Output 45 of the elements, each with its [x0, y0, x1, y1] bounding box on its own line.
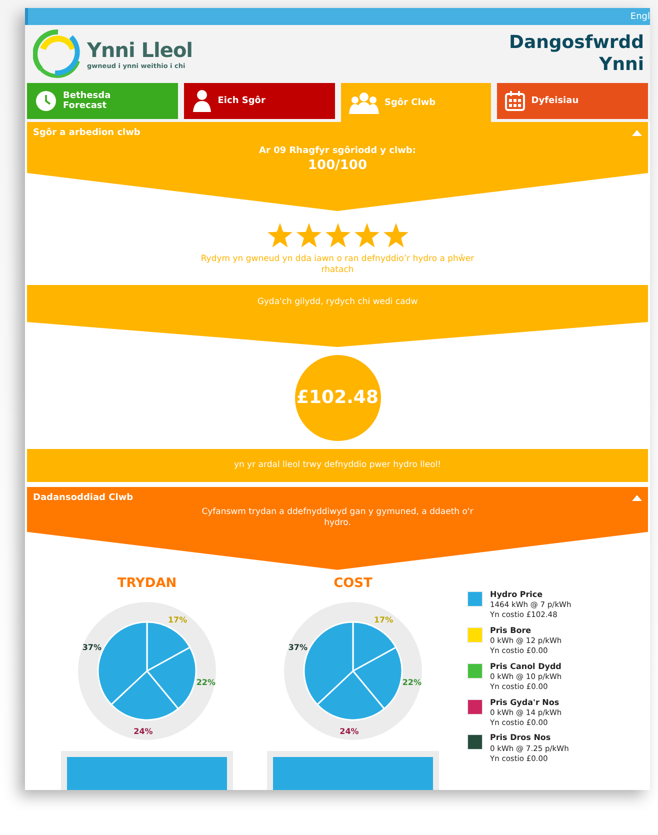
savings-intro: Gyda'ch gilydd, rydych chi wedi cadw [257, 296, 418, 307]
star-icon [354, 223, 380, 248]
section-title[interactable]: Sgôr a arbedion clwb [33, 128, 140, 138]
club-score: 100/100 [308, 158, 368, 173]
ring-logo-icon [33, 29, 83, 79]
nav-tab[interactable]: Eich Sgôr [184, 83, 334, 119]
pie-slice [146, 646, 197, 710]
section-description: Cyfanswm trydan a ddefnyddiwyd gan y gymuned, a ddaeth o'r hydro. [200, 506, 474, 530]
section-title[interactable]: Dadansoddiad Clwb [33, 492, 134, 503]
star-icon [266, 223, 292, 248]
star-icon [324, 223, 350, 248]
slice-label: 17% [168, 615, 188, 624]
slice-label: 24% [134, 726, 153, 736]
star-icon [382, 223, 408, 248]
nav-tab[interactable]: Dyfeisiau [497, 83, 648, 119]
legend-name: Pris Gyda'r Nos [490, 698, 560, 708]
nav-tab[interactable]: Sgôr Clwb [340, 83, 492, 122]
group-icon [348, 92, 378, 114]
slice-label: 22% [196, 678, 216, 688]
legend-name: Hydro Price [490, 590, 544, 600]
page-title: Dangosfwrdd Ynni [508, 32, 644, 76]
calendar-icon [505, 91, 526, 111]
legend-name: Pris Bore [490, 626, 532, 636]
chart-title: COST [334, 576, 372, 591]
score-date: Ar 09 Rhagfyr sgôriodd y clwb: [259, 146, 416, 156]
slice-label: 37% [82, 643, 102, 652]
chart-title: TRYDAN [117, 576, 177, 591]
collapse-icon[interactable] [632, 130, 642, 136]
nav-tab[interactable]: Bethesda Forecast [27, 83, 178, 119]
savings-amount: £102.48 [296, 387, 378, 408]
person-icon [192, 90, 212, 112]
slice-label: 24% [340, 726, 359, 736]
logo-name: Ynni Lleol [87, 38, 193, 62]
pie-slice [352, 646, 403, 710]
clock-icon [35, 90, 57, 112]
savings-outro: yn yr ardal lleol trwy defnyddio pwer hydro lleol! [234, 460, 442, 470]
legend-name: Pris Canol Dydd [490, 662, 562, 672]
slice-label: 37% [288, 643, 308, 652]
slice-label: 22% [402, 678, 422, 688]
collapse-icon[interactable] [632, 494, 642, 501]
language-link[interactable]: Engl [630, 12, 650, 22]
star-icon [296, 223, 322, 248]
legend-name: Pris Dros Nos [490, 733, 552, 744]
slice-label: 17% [374, 615, 394, 624]
score-message: Rydym yn gwneud yn dda iawn o ran defnyddio’r hydro a phŵer rhatach [200, 254, 476, 277]
